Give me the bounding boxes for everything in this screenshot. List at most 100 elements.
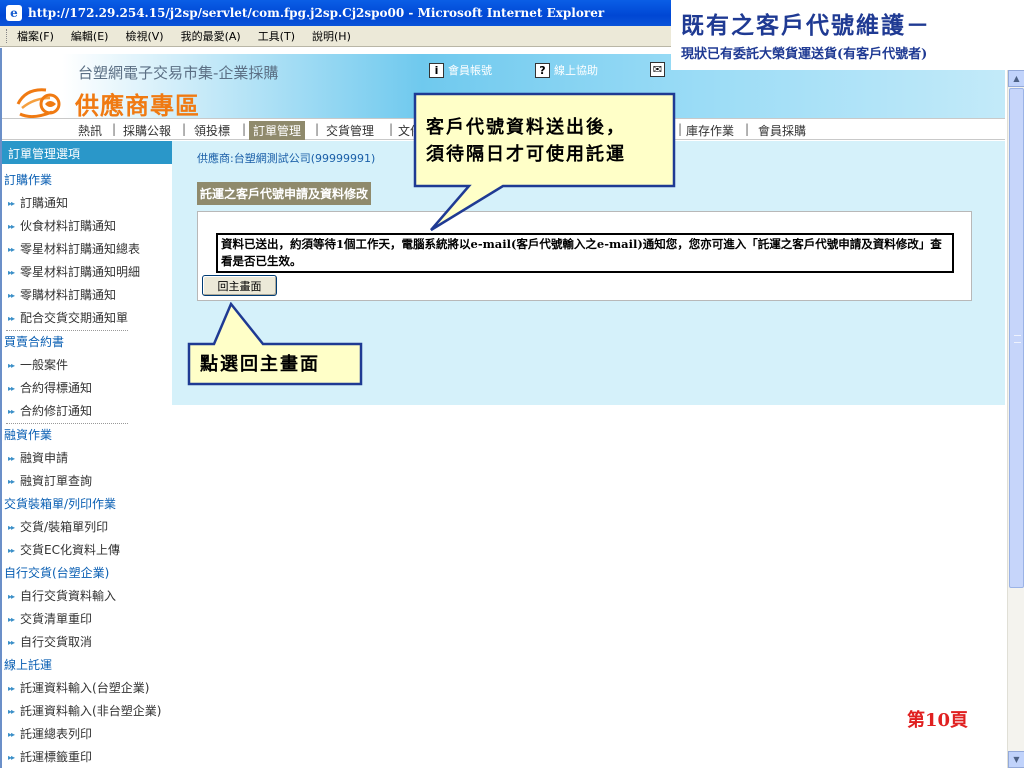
nav-order-management[interactable]: 訂單管理: [249, 121, 306, 140]
sidebar-item[interactable]: ▸▸ 託運總表列印: [2, 723, 172, 746]
menu-help[interactable]: 說明(H): [312, 28, 351, 44]
sidebar-item-label: 一般案件: [20, 358, 69, 372]
arrow-icon: ▸▸: [8, 592, 15, 601]
sidebar-section-financing[interactable]: 融資作業: [2, 424, 172, 447]
vertical-scrollbar[interactable]: ▲ ▼: [1007, 70, 1024, 768]
nav-procurement-notice[interactable]: 採購公報: [119, 121, 175, 140]
sidebar-item[interactable]: ▸▸ 交貨EC化資料上傳: [2, 539, 172, 562]
sidebar-item[interactable]: ▸▸ 訂購通知: [2, 192, 172, 215]
nav-separator: |: [242, 122, 247, 136]
site-name: 台塑網電子交易市集-企業採購: [78, 64, 279, 82]
scroll-up-icon[interactable]: ▲: [1008, 70, 1024, 87]
sidebar-item[interactable]: ▸▸ 合約得標通知: [2, 377, 172, 400]
arrow-icon: ▸▸: [8, 314, 15, 323]
sidebar-item-label: 伙食材料訂購通知: [20, 219, 117, 233]
callout-text: 點選回主畫面: [200, 354, 320, 375]
nav-member-purchase[interactable]: 會員採購: [754, 121, 810, 140]
sidebar-item[interactable]: ▸▸ 零星材料訂購通知明細: [2, 261, 172, 284]
panel-title: 託運之客戶代號申請及資料修改: [197, 182, 372, 205]
member-account-link[interactable]: i 會員帳號: [429, 62, 492, 78]
nav-separator: |: [745, 122, 750, 136]
arrow-icon: ▸▸: [8, 361, 15, 370]
menu-tools[interactable]: 工具(T): [258, 28, 295, 44]
arrow-icon: ▸▸: [8, 245, 15, 254]
callout-shipping-note: 客戶代號資料送出後， 須待隔日才可使用託運: [413, 92, 677, 234]
sidebar-item[interactable]: ▸▸ 融資申請: [2, 447, 172, 470]
sidebar-header: 訂單管理選項: [2, 141, 172, 164]
nav-hot-news[interactable]: 熱訊: [74, 121, 106, 140]
sidebar-item[interactable]: ▸▸ 融資訂單查詢: [2, 470, 172, 493]
callout-click-home: 點選回主畫面: [187, 302, 365, 386]
slide-title: 既有之客戶代號維護－: [681, 12, 931, 39]
sidebar-section-ordering[interactable]: 訂購作業: [2, 169, 172, 192]
nav-bidding[interactable]: 領投標: [190, 121, 234, 140]
nav-delivery-management[interactable]: 交貨管理: [322, 121, 378, 140]
nav-separator: |: [389, 122, 394, 136]
sidebar-item[interactable]: ▸▸ 自行交貨取消: [2, 631, 172, 654]
online-help-link[interactable]: ? 線上協助: [535, 62, 598, 78]
menu-file[interactable]: 檔案(F): [17, 28, 54, 44]
sidebar-item-label: 託運總表列印: [20, 727, 93, 741]
sidebar-item[interactable]: ▸▸ 交貨/裝箱單列印: [2, 516, 172, 539]
sidebar-item-label: 配合交貨交期通知單: [20, 311, 129, 325]
scroll-grip-icon: [1014, 335, 1021, 343]
sidebar-item[interactable]: ▸▸ 託運資料輸入(台塑企業): [2, 677, 172, 700]
arrow-icon: ▸▸: [8, 615, 15, 624]
sidebar-item-label: 託運資料輸入(台塑企業): [20, 681, 150, 695]
page-number: 第10頁: [907, 710, 969, 731]
sidebar-section-packing[interactable]: 交貨裝箱單/列印作業: [2, 493, 172, 516]
mail-icon: ✉: [650, 62, 665, 77]
sidebar-item-label: 自行交貨資料輸入: [20, 589, 117, 603]
submission-message: 資料已送出，約須等待1個工作天，電腦系統將以e-mail(客戶代號輸入之e-ma…: [216, 233, 954, 273]
window-title: http://172.29.254.15/j2sp/servlet/com.fp…: [28, 6, 605, 20]
callout-line-1: 客戶代號資料送出後，: [426, 117, 626, 138]
slide-heading: 既有之客戶代號維護－ 現狀已有委託大榮貨運送貨(有客戶代號者): [671, 0, 1024, 70]
sidebar-item[interactable]: ▸▸ 自行交貨資料輸入: [2, 585, 172, 608]
help-icon: ?: [535, 62, 550, 78]
supplier-label: 供應商:台塑網測試公司(99999991): [197, 152, 376, 165]
menu-edit[interactable]: 編輯(E): [71, 28, 109, 44]
sidebar-item-label: 交貨EC化資料上傳: [20, 543, 120, 557]
member-account-label: 會員帳號: [448, 64, 492, 77]
sidebar-item-label: 合約得標通知: [20, 381, 93, 395]
arrow-icon: ▸▸: [8, 222, 15, 231]
arrow-icon: ▸▸: [8, 638, 15, 647]
online-help-label: 線上協助: [554, 64, 598, 77]
ie-icon: e: [6, 5, 22, 21]
sidebar-item[interactable]: ▸▸ 託運資料輸入(非台塑企業): [2, 700, 172, 723]
arrow-icon: ▸▸: [8, 291, 15, 300]
mail-link[interactable]: ✉: [650, 62, 669, 77]
sidebar-item[interactable]: ▸▸ 零星材料訂購通知總表: [2, 238, 172, 261]
sidebar-item-label: 零購材料訂購通知: [20, 288, 117, 302]
sidebar-item-label: 融資訂單查詢: [20, 474, 93, 488]
info-icon: i: [429, 62, 444, 78]
arrow-icon: ▸▸: [8, 477, 15, 486]
sidebar-section-online-shipping[interactable]: 線上託運: [2, 654, 172, 677]
sidebar-item[interactable]: ▸▸ 託運標籤重印: [2, 746, 172, 768]
sidebar-item[interactable]: ▸▸ 配合交貨交期通知單: [2, 307, 172, 330]
screen: e http://172.29.254.15/j2sp/servlet/com.…: [0, 0, 1024, 768]
arrow-icon: ▸▸: [8, 384, 15, 393]
menu-favorites[interactable]: 我的最愛(A): [181, 28, 241, 44]
nav-inventory[interactable]: 庫存作業: [682, 121, 738, 140]
sidebar-item-label: 融資申請: [20, 451, 69, 465]
nav-separator: |: [112, 122, 117, 136]
back-to-home-button[interactable]: 回主畫面: [202, 275, 277, 296]
sidebar-item-label: 訂購通知: [20, 196, 69, 210]
nav-separator: |: [315, 122, 320, 136]
sidebar-item[interactable]: ▸▸ 伙食材料訂購通知: [2, 215, 172, 238]
sidebar-item[interactable]: ▸▸ 交貨清單重印: [2, 608, 172, 631]
sidebar-item[interactable]: ▸▸ 一般案件: [2, 354, 172, 377]
arrow-icon: ▸▸: [8, 753, 15, 762]
sidebar-item-label: 交貨/裝箱單列印: [20, 520, 109, 534]
scroll-down-icon[interactable]: ▼: [1008, 751, 1024, 768]
logo-icon: [16, 88, 61, 119]
sidebar-section-self-delivery[interactable]: 自行交貨(台塑企業): [2, 562, 172, 585]
sidebar-item[interactable]: ▸▸ 零購材料訂購通知: [2, 284, 172, 307]
arrow-icon: ▸▸: [8, 454, 15, 463]
menu-view[interactable]: 檢視(V): [125, 28, 163, 44]
sidebar-section-contracts[interactable]: 買賣合約書: [2, 331, 172, 354]
scroll-thumb[interactable]: [1009, 88, 1024, 588]
sidebar-item[interactable]: ▸▸ 合約修訂通知: [2, 400, 172, 423]
sidebar-item-label: 託運標籤重印: [20, 750, 93, 764]
